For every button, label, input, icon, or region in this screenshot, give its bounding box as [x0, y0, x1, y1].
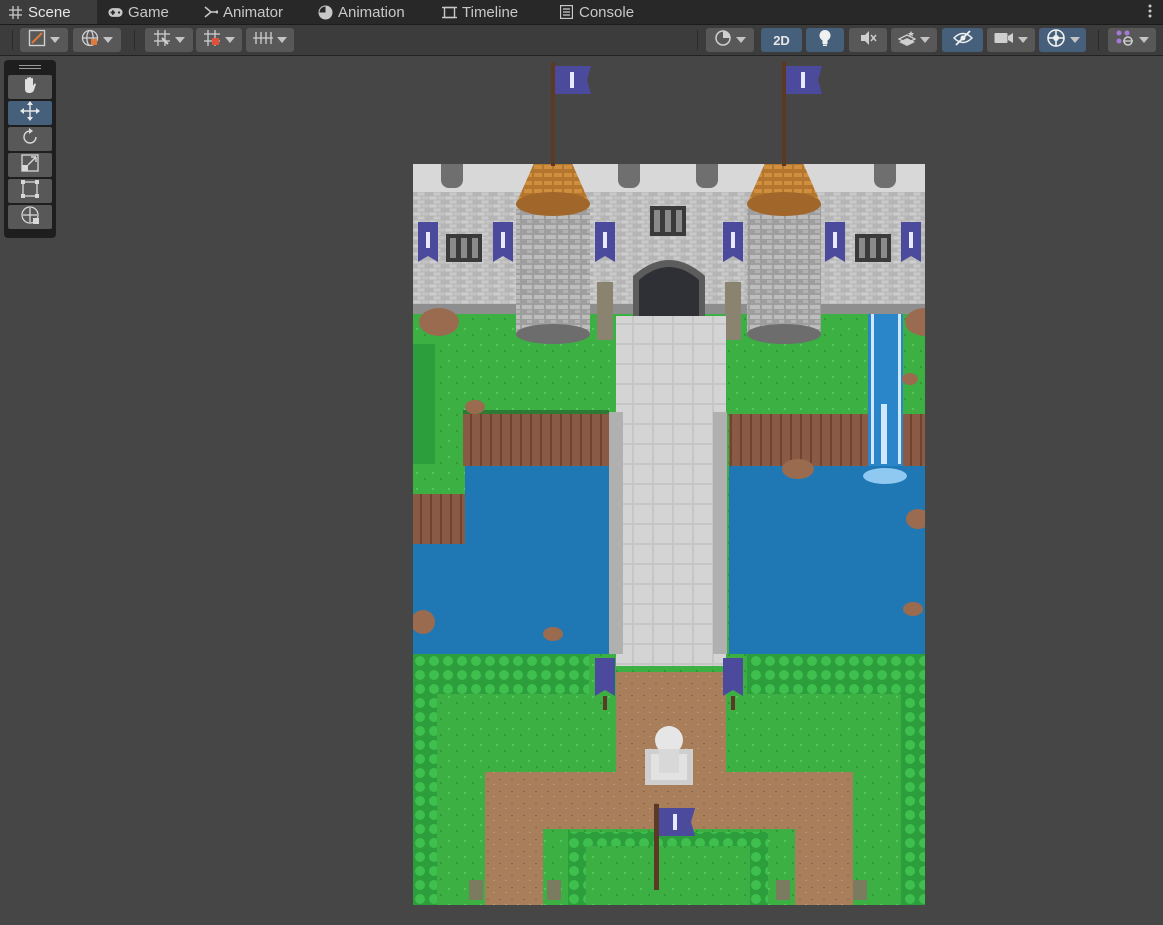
toggle-2d-label: 2D [773, 32, 790, 48]
chevron-down-icon [50, 37, 60, 43]
tower-flag-right [780, 60, 830, 166]
align-dropdown[interactable] [246, 28, 294, 52]
animation-clock-icon [318, 5, 333, 20]
move-tool-button[interactable] [8, 100, 52, 126]
scale-tool-button[interactable] [8, 153, 52, 177]
console-icon [559, 5, 574, 20]
rect-tool-button[interactable] [8, 179, 52, 203]
hand-icon [21, 76, 39, 99]
visibility-icon [952, 29, 973, 51]
effects-icon [897, 30, 917, 51]
lighting-icon [818, 29, 832, 52]
chevron-down-icon [736, 37, 746, 43]
grid-snap-icon [153, 29, 171, 52]
move-icon [20, 100, 40, 126]
scene-toolbar: 2D [0, 25, 1163, 56]
animator-icon [203, 5, 218, 20]
audio-icon [859, 30, 877, 51]
tab-animator[interactable]: Animator [195, 0, 291, 24]
render-mode-icon [714, 29, 732, 52]
audio-toggle[interactable] [849, 28, 887, 52]
tab-label: Animator [223, 3, 284, 21]
tab-animation[interactable]: Animation [310, 0, 413, 24]
gamepad-icon [108, 5, 123, 20]
increment-snap-dropdown[interactable] [196, 28, 242, 52]
toolbar-divider [134, 30, 135, 50]
chevron-down-icon [175, 37, 185, 43]
camera-icon [994, 31, 1014, 50]
draw-mode-icon [28, 29, 46, 52]
gizmos-icon [1115, 29, 1135, 52]
transform-icon [20, 205, 40, 230]
rect-transform-icon [21, 179, 39, 203]
render-mode-dropdown[interactable] [706, 28, 754, 52]
camera-dropdown[interactable] [987, 28, 1035, 52]
tab-label: Animation [338, 3, 405, 21]
lighting-toggle[interactable] [806, 28, 844, 52]
hand-tool-button[interactable] [8, 75, 52, 99]
gizmo-orientation-icon [1046, 28, 1066, 53]
rotate-tool-button[interactable] [8, 127, 52, 151]
toggle-2d-button[interactable]: 2D [761, 28, 802, 52]
tab-label: Scene [28, 3, 71, 21]
visibility-toggle[interactable] [942, 28, 983, 52]
tower-flag-left [549, 60, 599, 166]
timeline-icon [442, 5, 457, 20]
castle-scene-sprite[interactable] [413, 164, 925, 905]
tab-label: Game [128, 3, 169, 21]
chevron-down-icon [1069, 37, 1080, 43]
tab-label: Console [579, 3, 635, 21]
tool-palette [4, 60, 56, 238]
chevron-down-icon [103, 37, 113, 43]
chevron-down-icon [920, 37, 930, 43]
more-options-icon[interactable] [1147, 3, 1153, 19]
draw-mode-dropdown[interactable] [20, 28, 68, 52]
chevron-down-icon [1139, 37, 1149, 43]
toolbar-divider [12, 30, 13, 50]
transform-tool-button[interactable] [8, 205, 52, 229]
scene-grid-icon [8, 5, 23, 20]
global-icon [81, 29, 99, 52]
tab-timeline[interactable]: Timeline [434, 0, 526, 24]
tab-scene[interactable]: Scene [0, 0, 97, 24]
window-tab-bar: Scene Game Animator Animation Timeline C… [0, 0, 1163, 25]
grid-snap-dropdown[interactable] [145, 28, 193, 52]
toolbar-divider [697, 30, 698, 50]
tab-game[interactable]: Game [100, 0, 177, 24]
rotate-icon [21, 127, 39, 151]
global-dropdown[interactable] [73, 28, 121, 52]
toolbar-divider [1098, 30, 1099, 50]
scale-icon [21, 153, 39, 177]
gizmos-dropdown[interactable] [1108, 28, 1156, 52]
chevron-down-icon [225, 37, 235, 43]
palette-drag-handle[interactable] [8, 63, 52, 71]
increment-snap-icon [203, 29, 221, 52]
chevron-down-icon [277, 37, 287, 43]
tab-console[interactable]: Console [551, 0, 642, 24]
gizmo-orientation-dropdown[interactable] [1039, 28, 1086, 52]
tab-label: Timeline [462, 3, 519, 21]
align-icon [253, 31, 273, 50]
effects-dropdown[interactable] [891, 28, 937, 52]
chevron-down-icon [1018, 37, 1028, 43]
